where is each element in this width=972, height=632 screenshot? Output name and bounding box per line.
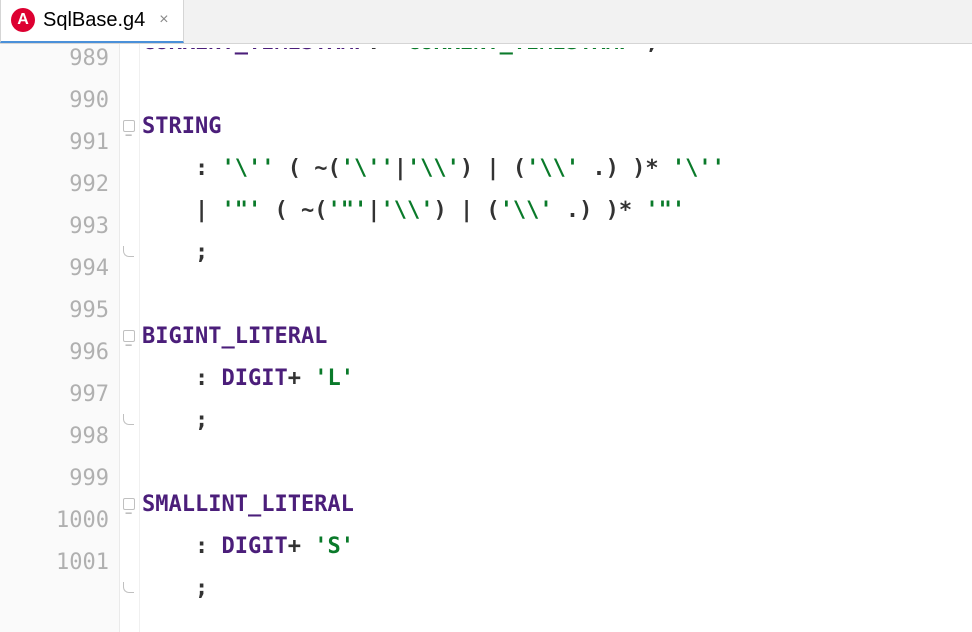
code-line[interactable]: BIGINT_LITERAL — [142, 316, 972, 358]
line-number: 989 — [0, 38, 109, 80]
token-string: '\\' — [407, 156, 460, 181]
code-line[interactable]: : '\'' ( ~('\''|'\\') | ('\\' .) )* '\'' — [142, 148, 972, 190]
token-symbol: | — [142, 198, 221, 223]
close-icon[interactable]: × — [159, 11, 168, 29]
token-string: '"' — [221, 198, 261, 223]
token-symbol: ; — [142, 240, 208, 265]
code-area[interactable]: CURRENT_TIMESTAMP: 'CURRENT_TIMESTAMP';S… — [140, 44, 972, 632]
fold-collapse-icon[interactable] — [120, 484, 139, 526]
token-symbol: | — [367, 198, 380, 223]
code-line[interactable]: SMALLINT_LITERAL — [142, 484, 972, 526]
line-number: 997 — [0, 374, 109, 416]
line-number: 1001 — [0, 542, 109, 584]
code-line[interactable]: : DIGIT+ 'S' — [142, 526, 972, 568]
token-identifier: BIGINT_LITERAL — [142, 324, 327, 349]
token-symbol: ) | ( — [433, 198, 499, 223]
line-number: 999 — [0, 458, 109, 500]
line-number: 991 — [0, 122, 109, 164]
code-line[interactable]: ; — [142, 568, 972, 610]
token-identifier: SMALLINT_LITERAL — [142, 492, 354, 517]
code-line[interactable]: : DIGIT+ 'L' — [142, 358, 972, 400]
code-line[interactable]: ; — [142, 232, 972, 274]
fold-spacer — [120, 274, 139, 316]
code-line[interactable] — [142, 442, 972, 484]
token-symbol: ; — [142, 576, 208, 601]
line-number: 992 — [0, 164, 109, 206]
line-number: 996 — [0, 332, 109, 374]
token-string: 'S' — [314, 534, 354, 559]
token-symbol: : — [142, 534, 221, 559]
token-string: 'L' — [314, 366, 354, 391]
editor: 9899909919929939949959969979989991000100… — [0, 44, 972, 632]
token-symbol: | — [394, 156, 407, 181]
fold-column — [120, 44, 140, 632]
token-symbol: ) | ( — [460, 156, 526, 181]
token-symbol: + — [288, 534, 315, 559]
token-identifier: DIGIT — [221, 366, 287, 391]
fold-end-icon — [120, 568, 139, 610]
code-line[interactable] — [142, 64, 972, 106]
line-number: 998 — [0, 416, 109, 458]
token-symbol: + — [288, 366, 315, 391]
tab-bar: A SqlBase.g4 × — [0, 0, 972, 44]
fold-spacer — [120, 190, 139, 232]
token-identifier: STRING — [142, 114, 221, 139]
token-symbol: ; — [142, 408, 208, 433]
token-symbol: : — [142, 156, 221, 181]
line-number: 993 — [0, 206, 109, 248]
fold-collapse-icon[interactable] — [120, 316, 139, 358]
token-string: '\'' — [341, 156, 394, 181]
token-identifier: DIGIT — [221, 534, 287, 559]
token-symbol: .) )* — [579, 156, 672, 181]
token-symbol: ( ~( — [274, 156, 340, 181]
token-symbol: ( ~( — [261, 198, 327, 223]
fold-collapse-icon[interactable] — [120, 106, 139, 148]
token-string: '\'' — [221, 156, 274, 181]
token-string: '\\' — [380, 198, 433, 223]
gutter: 9899909919929939949959969979989991000100… — [0, 44, 120, 632]
code-line[interactable] — [142, 274, 972, 316]
code-line[interactable]: | '"' ( ~('"'|'\\') | ('\\' .) )* '"' — [142, 190, 972, 232]
token-string: '"' — [645, 198, 685, 223]
fold-end-icon — [120, 232, 139, 274]
code-line[interactable]: STRING — [142, 106, 972, 148]
token-string: '\'' — [672, 156, 725, 181]
code-line[interactable]: ; — [142, 400, 972, 442]
line-number: 990 — [0, 80, 109, 122]
fold-end-icon — [120, 400, 139, 442]
fold-spacer — [120, 442, 139, 484]
token-symbol: .) )* — [553, 198, 646, 223]
fold-spacer — [120, 64, 139, 106]
token-string: '"' — [327, 198, 367, 223]
token-symbol: : — [142, 366, 221, 391]
line-number: 1000 — [0, 500, 109, 542]
line-number: 994 — [0, 248, 109, 290]
token-string: '\\' — [500, 198, 553, 223]
token-string: '\\' — [526, 156, 579, 181]
line-number: 995 — [0, 290, 109, 332]
